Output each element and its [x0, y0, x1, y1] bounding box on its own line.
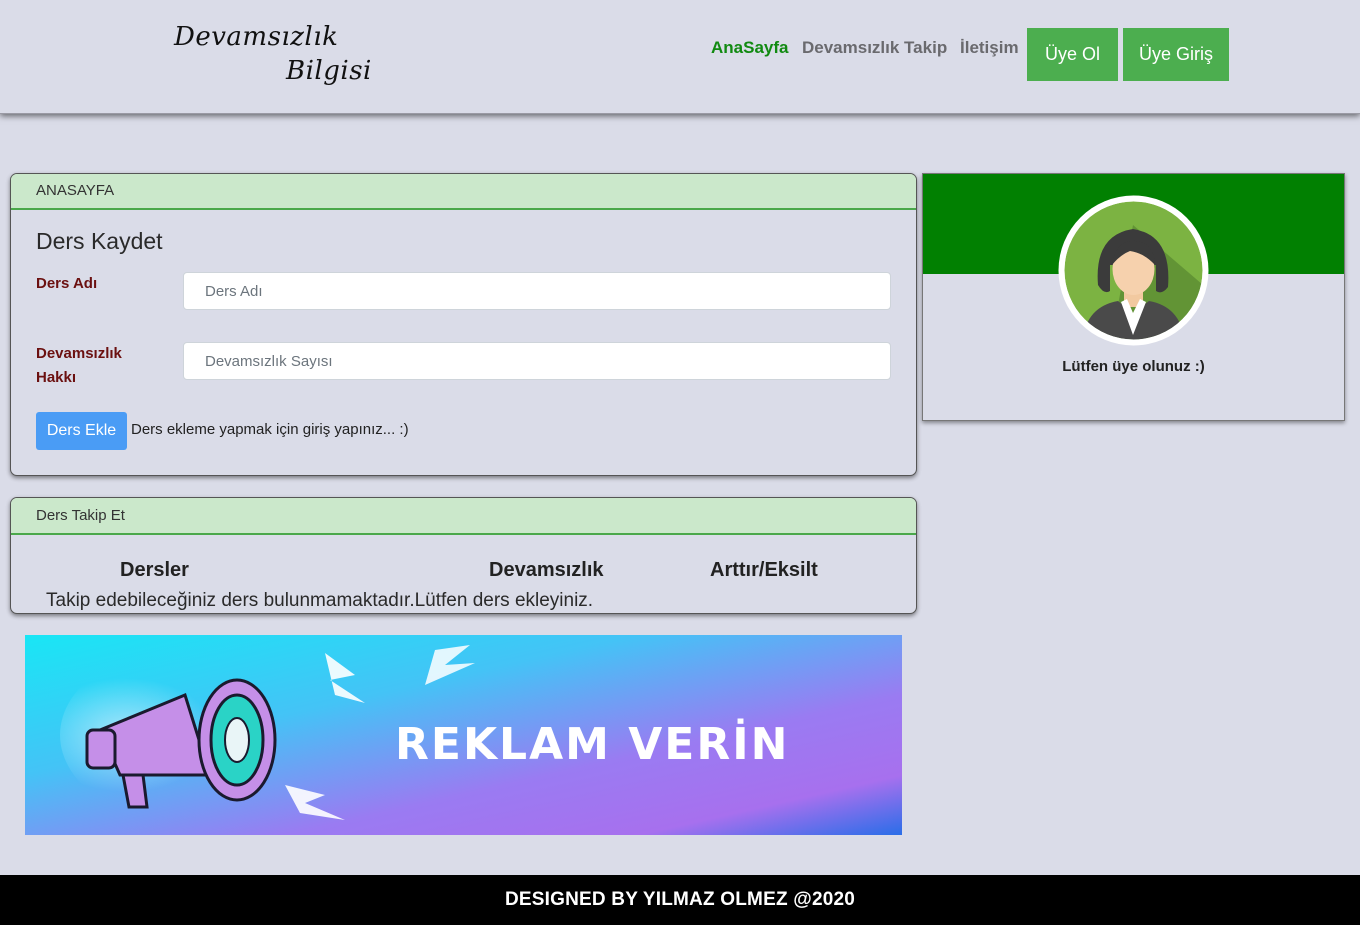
signup-prompt: Lütfen üye olunuz :) — [1062, 358, 1205, 375]
card-header-tracking: Ders Takip Et — [11, 498, 916, 535]
site-logo[interactable]: Devamsızlık Bilgisi — [174, 22, 374, 92]
empty-courses-message: Takip edebileceğiniz ders bulunmamaktadı… — [46, 590, 594, 611]
nav-link-contact[interactable]: İletişim — [960, 38, 1019, 58]
course-name-input[interactable] — [183, 272, 891, 310]
absence-limit-label: Devamsızlık Hakkı — [36, 345, 122, 386]
column-header-increase-decrease: Arttır/Eksilt — [710, 559, 818, 581]
logo-line-2: Bilgisi — [286, 56, 372, 86]
column-header-courses: Dersler — [120, 559, 189, 581]
footer-credit: DESIGNED BY YILMAZ OLMEZ @2020 — [0, 875, 1360, 925]
add-course-button[interactable]: Ders Ekle — [36, 412, 127, 450]
column-header-absence: Devamsızlık — [489, 559, 604, 581]
register-button[interactable]: Üye Ol — [1027, 28, 1118, 81]
profile-card: Lütfen üye olunuz :) — [922, 173, 1345, 421]
course-tracking-card: Ders Takip Et Dersler Devamsızlık Arttır… — [10, 497, 917, 614]
businesswoman-avatar-icon — [1058, 195, 1209, 346]
nav-link-absence-tracking[interactable]: Devamsızlık Takip — [802, 38, 947, 58]
course-register-title: Ders Kaydet — [36, 228, 163, 254]
course-register-card: ANASAYFA Ders Kaydet Ders Adı Devamsızlı… — [10, 173, 917, 476]
login-button[interactable]: Üye Giriş — [1123, 28, 1229, 81]
absence-count-input[interactable] — [183, 342, 891, 380]
course-name-label: Ders Adı — [36, 275, 98, 292]
top-navbar: Devamsızlık Bilgisi AnaSayfa Devamsızlık… — [0, 0, 1360, 114]
ad-banner-text: REKLAM VERİN — [395, 717, 789, 770]
nav-link-home[interactable]: AnaSayfa — [711, 38, 788, 58]
logo-line-1: Devamsızlık — [174, 22, 339, 52]
ad-banner[interactable]: REKLAM VERİN — [25, 635, 902, 835]
login-required-note: Ders ekleme yapmak için giriş yapınız...… — [131, 421, 409, 438]
card-header-home: ANASAYFA — [11, 174, 916, 210]
